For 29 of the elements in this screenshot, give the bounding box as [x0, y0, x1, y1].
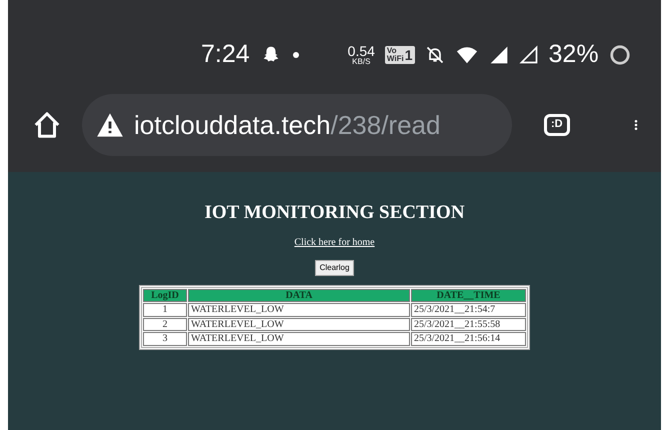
- table-cell: 1: [143, 303, 187, 317]
- signal-icon: [518, 45, 539, 65]
- dot-icon: [292, 51, 300, 59]
- table-cell: WATERLEVEL_LOW: [188, 303, 410, 317]
- table-cell: 25/3/2021__21:56:14: [411, 332, 526, 346]
- clock-time: 7:24: [201, 39, 250, 70]
- wifi-icon: [454, 44, 479, 66]
- bell-off-icon: [424, 45, 445, 65]
- loading-icon: [608, 44, 631, 66]
- table-cell: 25/3/2021__21:55:58: [411, 318, 526, 332]
- signal-icon: [488, 45, 509, 65]
- warning-icon: [96, 111, 124, 139]
- home-link[interactable]: Click here for home: [294, 234, 375, 250]
- battery-level: 32%: [548, 39, 599, 70]
- table-cell: 25/3/2021__21:54:7: [411, 303, 526, 317]
- network-speed: 0.54: [348, 44, 375, 58]
- speed-unit: KB/S: [352, 58, 370, 66]
- tab-switcher-button[interactable]: :D: [544, 114, 570, 136]
- address-field[interactable]: iotclouddata.tech/238/read: [82, 94, 512, 156]
- column-header: LogID: [143, 288, 187, 302]
- column-header: DATA: [188, 288, 410, 302]
- clearlog-button[interactable]: Clearlog: [314, 260, 354, 276]
- page-title: IOT MONITORING SECTION: [204, 202, 465, 225]
- table-cell: 3: [143, 332, 187, 346]
- column-header: DATE__TIME: [411, 288, 526, 302]
- home-icon: [32, 110, 62, 140]
- table-cell: WATERLEVEL_LOW: [188, 332, 410, 346]
- table-cell: WATERLEVEL_LOW: [188, 318, 410, 332]
- table-cell: 2: [143, 318, 187, 332]
